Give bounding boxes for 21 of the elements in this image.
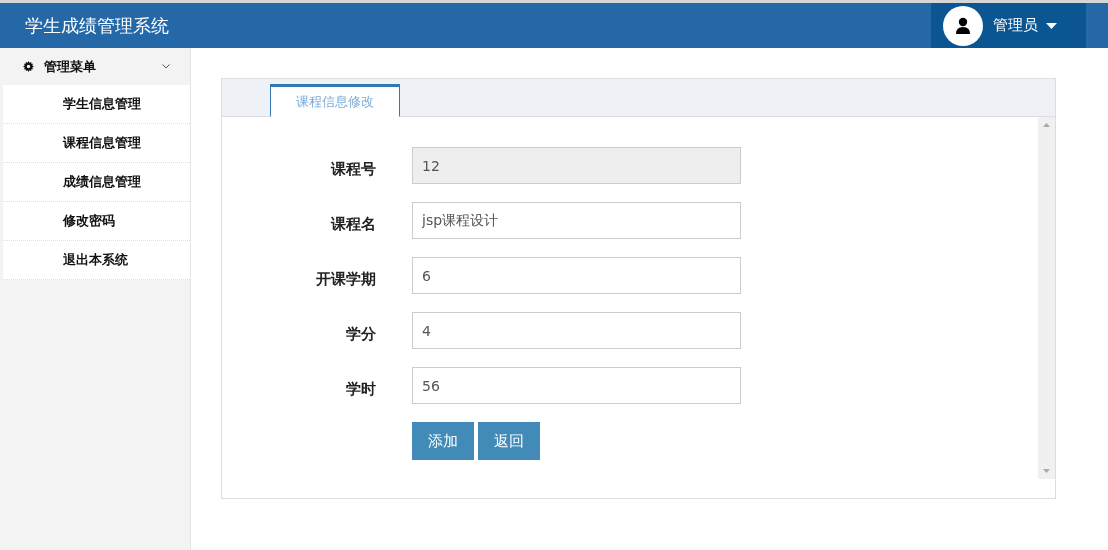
field-label: 课程名 [329, 214, 376, 234]
field-label: 课程号 [329, 159, 376, 179]
field-label: 学时 [345, 379, 376, 399]
field-label: 开课学期 [315, 269, 376, 289]
form-button[interactable]: 返回 [478, 422, 540, 460]
caret-icon [1046, 22, 1057, 29]
user-avatar-icon [943, 5, 983, 46]
user-menu[interactable]: 管理员 [931, 3, 1086, 48]
scroll-down-icon[interactable] [1043, 469, 1050, 473]
form-button[interactable]: 添加 [412, 422, 474, 460]
input-field[interactable]: jsp课程设计 [412, 202, 741, 239]
scroll-up-icon[interactable] [1043, 123, 1050, 127]
field-label: 学分 [345, 324, 376, 344]
input-field[interactable]: 4 [412, 312, 741, 349]
gear-icon [23, 61, 34, 72]
scrollbar[interactable] [1038, 117, 1055, 479]
input-field[interactable]: 6 [412, 257, 741, 294]
chevron-icon [162, 64, 170, 69]
app-title: 学生成绩管理系统 [25, 13, 169, 38]
input-field[interactable]: 56 [412, 367, 741, 404]
menu-header[interactable]: 管理菜单 [0, 48, 190, 85]
